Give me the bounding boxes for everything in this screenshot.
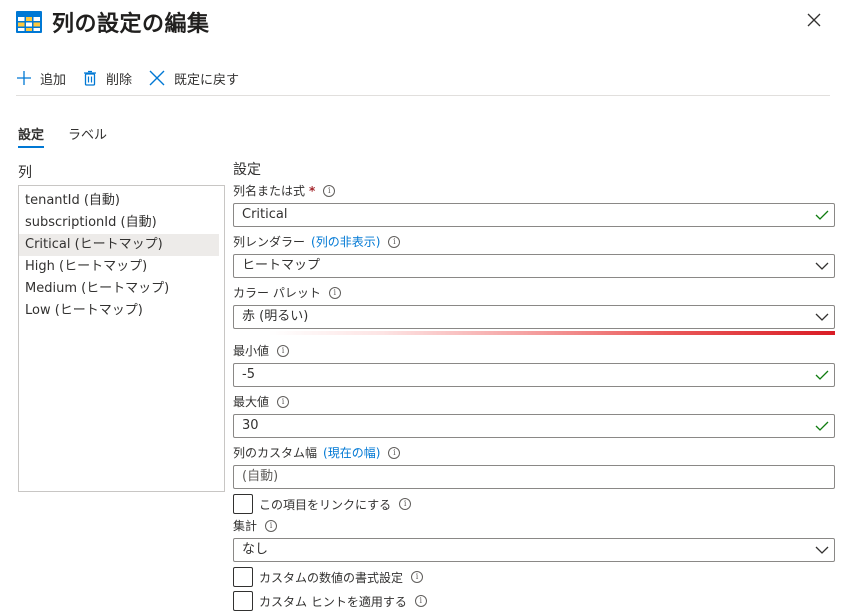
- info-icon[interactable]: i: [277, 345, 290, 357]
- palette-value: 赤 (明るい): [242, 309, 309, 324]
- info-icon[interactable]: i: [328, 287, 341, 299]
- min-value: -5: [242, 367, 255, 382]
- renderer-dropdown[interactable]: ヒートマップ: [233, 254, 835, 278]
- columns-heading: 列: [18, 165, 32, 181]
- max-value-input[interactable]: 30: [233, 414, 835, 438]
- trash-icon: [84, 70, 97, 86]
- max-label: 最大値 i: [233, 393, 835, 411]
- current-width-link[interactable]: (現在の幅): [323, 444, 380, 462]
- required-mark: *: [309, 184, 316, 198]
- list-item[interactable]: Medium (ヒートマップ): [19, 278, 219, 300]
- max-label-text: 最大値: [233, 395, 270, 409]
- checkmark-icon: [815, 421, 829, 431]
- number-format-row: カスタムの数値の書式設定 i: [233, 566, 835, 588]
- chevron-down-icon: [815, 546, 829, 554]
- renderer-label-text: 列レンダラー: [233, 235, 306, 249]
- column-name-label: 列名または式 * i: [233, 182, 835, 200]
- palette-gradient-preview: [269, 331, 835, 335]
- reset-label: 既定に戻す: [174, 72, 240, 88]
- info-icon[interactable]: i: [388, 236, 401, 248]
- aggregation-label-text: 集計: [233, 519, 258, 533]
- column-name-input[interactable]: Critical: [233, 203, 835, 227]
- min-label-text: 最小値: [233, 344, 270, 358]
- dialog-header: 列の設定の編集: [16, 4, 210, 40]
- chevron-down-icon: [815, 313, 829, 321]
- x-icon: [149, 70, 165, 86]
- tab-settings[interactable]: 設定: [18, 120, 45, 148]
- toolbar: 追加 削除 既定に戻す: [16, 64, 830, 96]
- column-name-value: Critical: [242, 207, 288, 222]
- add-label: 追加: [40, 72, 67, 88]
- page-title: 列の設定の編集: [52, 12, 210, 37]
- custom-width-input[interactable]: (自動): [233, 465, 835, 489]
- custom-width-placeholder: (自動): [242, 469, 279, 484]
- make-link-row: この項目をリンクにする i: [233, 493, 835, 515]
- settings-heading: 設定: [233, 162, 261, 178]
- palette-label: カラー パレット i: [233, 284, 835, 302]
- info-icon[interactable]: i: [399, 498, 412, 510]
- info-icon[interactable]: i: [323, 185, 336, 197]
- list-item-selected[interactable]: Critical (ヒートマップ): [19, 234, 219, 256]
- plus-icon: [17, 71, 31, 85]
- info-icon[interactable]: i: [414, 595, 427, 607]
- checkmark-icon: [815, 210, 829, 220]
- reset-button[interactable]: 既定に戻す: [148, 64, 239, 92]
- min-value-input[interactable]: -5: [233, 363, 835, 387]
- palette-label-text: カラー パレット: [233, 286, 321, 300]
- info-icon[interactable]: i: [411, 571, 424, 583]
- column-list: tenantId (自動) subscriptionId (自動) Critic…: [18, 185, 225, 492]
- list-item[interactable]: subscriptionId (自動): [19, 212, 219, 234]
- custom-hint-label: カスタム ヒントを適用する: [259, 594, 407, 609]
- close-icon[interactable]: [804, 10, 824, 30]
- renderer-value: ヒートマップ: [242, 258, 321, 273]
- min-label: 最小値 i: [233, 342, 835, 360]
- hide-column-link[interactable]: (列の非表示): [311, 233, 380, 251]
- list-item[interactable]: High (ヒートマップ): [19, 256, 219, 278]
- settings-panel: 設定 列名または式 * i Critical 列レンダラー (列の非表示) i …: [233, 160, 835, 612]
- info-icon[interactable]: i: [277, 396, 290, 408]
- renderer-label: 列レンダラー (列の非表示) i: [233, 233, 835, 251]
- info-icon[interactable]: i: [265, 520, 278, 532]
- info-icon[interactable]: i: [388, 447, 401, 459]
- table-icon: [16, 11, 42, 33]
- custom-width-label-text: 列のカスタム幅: [233, 446, 318, 460]
- max-value: 30: [242, 418, 259, 433]
- tab-labels[interactable]: ラベル: [68, 120, 107, 148]
- add-button[interactable]: 追加: [16, 64, 66, 92]
- column-name-label-text: 列名または式: [233, 184, 306, 198]
- custom-hint-row: カスタム ヒントを適用する i: [233, 590, 835, 612]
- delete-label: 削除: [106, 72, 133, 88]
- make-link-checkbox[interactable]: [233, 494, 253, 514]
- list-item[interactable]: tenantId (自動): [19, 190, 219, 212]
- custom-hint-checkbox[interactable]: [233, 591, 253, 611]
- number-format-checkbox[interactable]: [233, 567, 253, 587]
- number-format-label: カスタムの数値の書式設定: [259, 570, 404, 585]
- checkmark-icon: [815, 370, 829, 380]
- aggregation-label: 集計 i: [233, 517, 835, 535]
- tab-bar: 設定 ラベル: [18, 120, 131, 148]
- palette-dropdown[interactable]: 赤 (明るい): [233, 305, 835, 329]
- list-item[interactable]: Low (ヒートマップ): [19, 300, 219, 322]
- make-link-label: この項目をリンクにする: [259, 497, 392, 512]
- aggregation-dropdown[interactable]: なし: [233, 538, 835, 562]
- custom-width-label: 列のカスタム幅 (現在の幅) i: [233, 444, 835, 462]
- delete-button[interactable]: 削除: [82, 64, 132, 92]
- chevron-down-icon: [815, 262, 829, 270]
- aggregation-value: なし: [242, 542, 269, 557]
